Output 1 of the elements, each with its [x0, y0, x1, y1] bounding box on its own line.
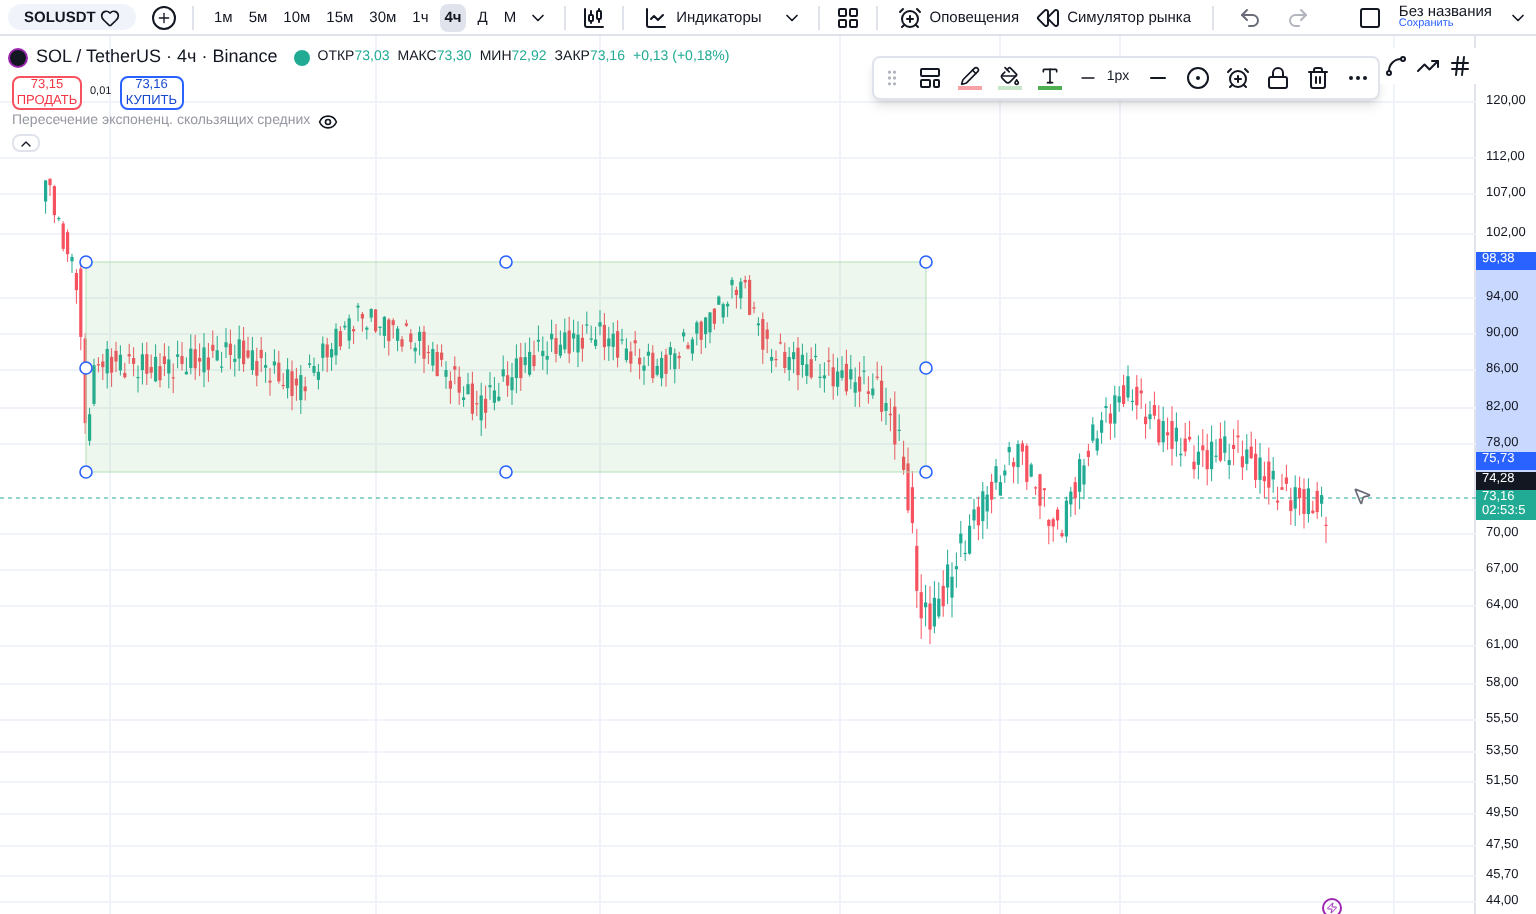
- chart-title: SOL / TetherUS · 4ч · Binance: [36, 44, 278, 70]
